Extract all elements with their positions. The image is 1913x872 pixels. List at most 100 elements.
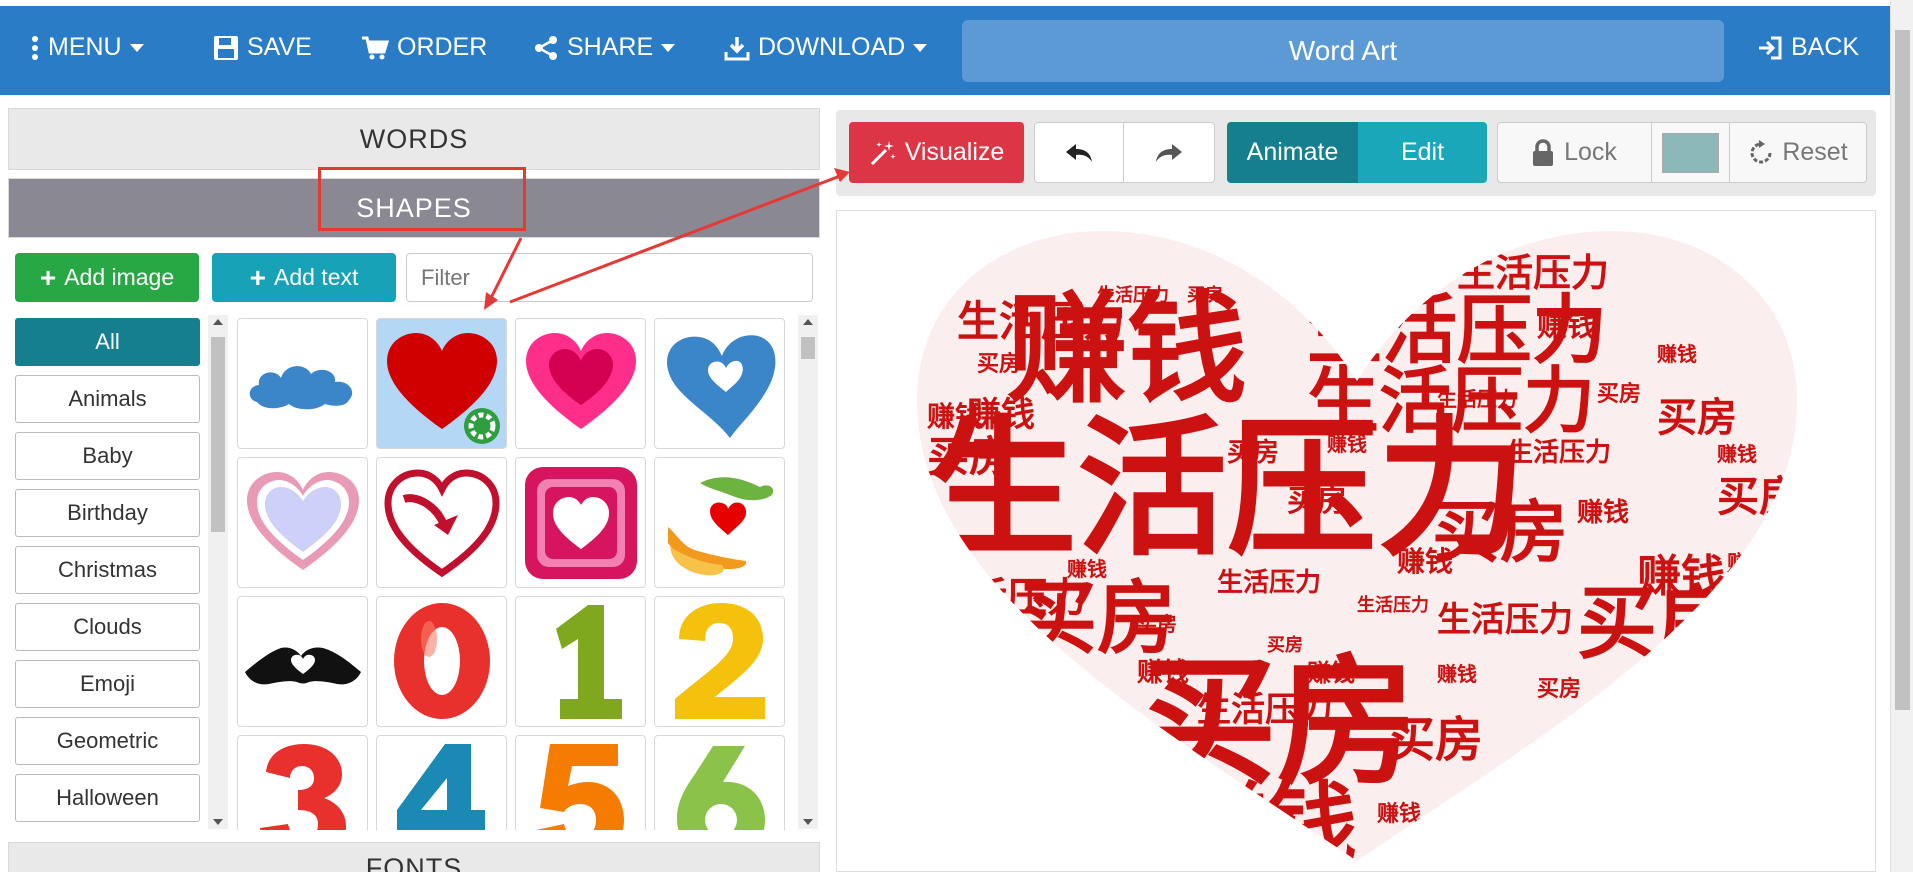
word-art-word: 买房 xyxy=(1597,381,1641,407)
add-text-button[interactable]: + Add text xyxy=(212,253,396,302)
category-scrollbar[interactable] xyxy=(208,315,228,829)
word-art-word: 赚钱 xyxy=(1716,442,1757,466)
shape-heart-outline[interactable] xyxy=(237,457,368,588)
heart-arrow-icon xyxy=(383,469,500,578)
word-art-word: 买房 xyxy=(1187,284,1223,306)
number-2-icon xyxy=(674,603,765,719)
word-art-word: 买房 xyxy=(1287,484,1347,519)
shape-grid xyxy=(237,318,793,830)
add-image-button[interactable]: + Add image xyxy=(15,253,199,302)
share-label: SHARE xyxy=(567,33,654,61)
shape-heart-red[interactable] xyxy=(376,318,507,449)
download-button[interactable]: DOWNLOAD xyxy=(724,0,928,95)
shape-cloud[interactable] xyxy=(237,318,368,449)
word-art-word: 生活压力 xyxy=(1477,824,1549,846)
shape-number-2[interactable] xyxy=(654,596,785,727)
gear-icon[interactable] xyxy=(462,406,502,446)
word-art-word: 买房 xyxy=(1077,711,1121,737)
shape-grid-scrollbar-thumb[interactable] xyxy=(801,337,815,359)
words-panel-header[interactable]: WORDS xyxy=(8,108,820,170)
shape-number-0[interactable] xyxy=(376,596,507,727)
redo-icon xyxy=(1156,143,1182,162)
share-button[interactable]: SHARE xyxy=(533,0,676,95)
number-0-icon xyxy=(393,603,490,719)
category-scrollbar-thumb[interactable] xyxy=(211,337,225,532)
scroll-down-icon[interactable] xyxy=(803,819,813,825)
visualize-label: Visualize xyxy=(904,138,1005,166)
word-art-word: 赚钱 xyxy=(1637,551,1725,602)
filter-input[interactable] xyxy=(406,253,813,302)
word-art-word: 赚钱 xyxy=(1066,557,1107,581)
menu-button[interactable]: MENU xyxy=(30,0,144,95)
edit-button[interactable]: Edit xyxy=(1358,122,1487,183)
floppy-disk-icon xyxy=(214,35,238,60)
shape-number-1[interactable] xyxy=(515,596,646,727)
category-item-emoji[interactable]: Emoji xyxy=(15,660,200,708)
shape-heart-arrow[interactable] xyxy=(376,457,507,588)
page-scrollbar[interactable] xyxy=(1890,0,1913,872)
add-text-label: Add text xyxy=(273,264,359,290)
heart-icon xyxy=(525,332,636,429)
save-button[interactable]: SAVE xyxy=(213,0,312,95)
category-item-halloween[interactable]: Halloween xyxy=(15,774,200,822)
word-art-word: 生活压力 xyxy=(1457,250,1609,295)
word-art-word: 赚钱 xyxy=(997,747,1093,803)
shape-heart-pink[interactable] xyxy=(515,318,646,449)
visualize-button[interactable]: Visualize xyxy=(849,122,1024,183)
word-art-word: 生活压力 xyxy=(1437,600,1573,640)
category-item-christmas[interactable]: Christmas xyxy=(15,546,200,594)
add-image-label: Add image xyxy=(64,264,175,290)
lock-button[interactable]: Lock xyxy=(1497,122,1652,183)
word-art-word: 生活压力 xyxy=(927,574,1087,621)
word-art-word: 买房 xyxy=(1257,812,1297,836)
shape-number-5[interactable] xyxy=(515,735,646,830)
magic-wand-icon xyxy=(870,140,896,165)
word-art-word: 买房 xyxy=(1137,612,1177,636)
word-art-word: 赚钱 xyxy=(1326,432,1367,456)
word-art-word: 赚钱 xyxy=(1307,658,1355,687)
page-scrollbar-thumb[interactable] xyxy=(1895,30,1910,710)
lock-icon xyxy=(1533,138,1554,166)
shape-hands-heart-black[interactable] xyxy=(237,596,368,727)
heart-icon xyxy=(246,471,359,570)
scroll-down-icon[interactable] xyxy=(213,819,223,825)
undo-button[interactable] xyxy=(1034,122,1124,183)
category-item-animals[interactable]: Animals xyxy=(15,375,200,423)
shape-grid-scrollbar[interactable] xyxy=(798,315,818,829)
shape-number-3[interactable] xyxy=(237,735,368,830)
shape-hands-heart[interactable] xyxy=(654,457,785,588)
order-label: ORDER xyxy=(397,33,488,61)
download-label: DOWNLOAD xyxy=(758,33,906,61)
word-art-word: 生活压力 xyxy=(1357,594,1429,616)
hands-heart-icon xyxy=(667,476,773,575)
document-title[interactable]: Word Art xyxy=(962,20,1724,82)
category-item-clouds[interactable]: Clouds xyxy=(15,603,200,651)
back-label: BACK xyxy=(1791,33,1860,61)
download-icon xyxy=(724,36,750,60)
word-art-word: 买房 xyxy=(1617,698,1689,740)
redo-button[interactable] xyxy=(1124,122,1215,183)
heart-square-icon xyxy=(524,466,637,579)
word-art-word: 赚钱 xyxy=(1086,736,1119,755)
category-item-baby[interactable]: Baby xyxy=(15,432,200,480)
color-swatch xyxy=(1662,132,1719,173)
scroll-up-icon[interactable] xyxy=(803,319,813,325)
shape-number-6[interactable] xyxy=(654,735,785,830)
fonts-panel-header[interactable]: FONTS xyxy=(8,842,820,872)
category-item-all[interactable]: All xyxy=(15,318,200,366)
animate-button[interactable]: Animate xyxy=(1227,122,1358,183)
shape-heart-blue[interactable] xyxy=(654,318,785,449)
category-item-birthday[interactable]: Birthday xyxy=(15,489,200,537)
word-art-canvas[interactable]: 赚钱 生活压力 买房 赚钱 生活压力 生活压力 买房 买房 买房 生活压力 生活压力 赚钱 赚钱 买房 买房… xyxy=(836,210,1876,872)
hand-heart-icon xyxy=(244,646,361,684)
scroll-up-icon[interactable] xyxy=(213,319,223,325)
reset-button[interactable]: Reset xyxy=(1729,122,1867,183)
shape-number-4[interactable] xyxy=(376,735,507,830)
back-button[interactable]: BACK xyxy=(1757,0,1859,95)
shape-heart-square[interactable] xyxy=(515,457,646,588)
order-button[interactable]: ORDER xyxy=(361,0,487,95)
category-item-geometric[interactable]: Geometric xyxy=(15,717,200,765)
number-6-icon xyxy=(676,746,765,830)
color-picker-button[interactable] xyxy=(1652,122,1729,183)
shapes-highlight-box xyxy=(318,167,526,231)
